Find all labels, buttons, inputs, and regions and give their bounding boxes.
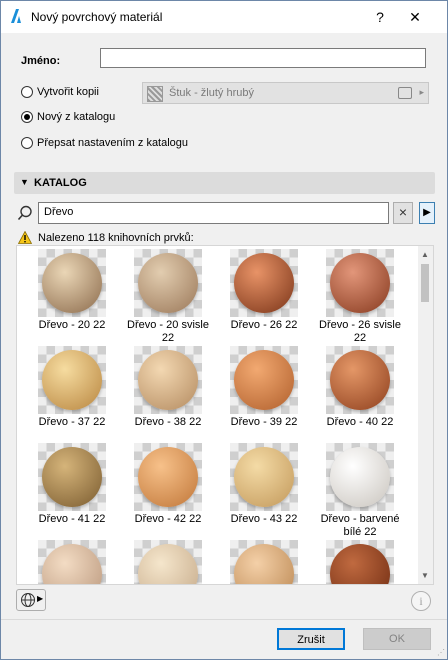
radio-override-catalog[interactable]: [21, 137, 33, 149]
catalog-item-label: Dřevo - 26 22: [230, 319, 298, 331]
globe-icon: [21, 593, 35, 607]
material-preview-thumbnail: [134, 443, 202, 511]
ok-button[interactable]: OK: [363, 628, 431, 650]
material-preview-thumbnail: [326, 540, 394, 584]
material-sphere: [234, 447, 294, 507]
dialog-window: Nový povrchový materiál ? ✕ Jméno: Vytvo…: [0, 0, 448, 660]
expand-options-button[interactable]: ▶: [419, 202, 435, 224]
search-icon: [17, 205, 32, 221]
material-preview-thumbnail: [326, 249, 394, 317]
catalog-item-label: Dřevo - 42 22: [134, 513, 202, 525]
catalog-item-label: Dřevo - 41 22: [38, 513, 106, 525]
scroll-thumb[interactable]: [421, 264, 429, 302]
material-sphere: [330, 350, 390, 410]
material-preview-thumbnail: [38, 346, 106, 414]
material-preview-thumbnail: [326, 443, 394, 511]
copy-source-field: Štuk - žlutý hrubý ▸: [142, 82, 429, 104]
image-picker-icon: [398, 87, 412, 99]
material-sphere: [138, 253, 198, 313]
material-preview-thumbnail: [230, 540, 298, 584]
material-preview-thumbnail: [230, 443, 298, 511]
cancel-button[interactable]: Zrušit: [277, 628, 345, 650]
material-swatch: [147, 86, 163, 102]
archicad-app-icon: [11, 9, 21, 23]
radio-new-from-catalog[interactable]: [21, 111, 33, 123]
material-preview-thumbnail: [38, 540, 106, 584]
material-sphere: [330, 253, 390, 313]
material-preview-thumbnail: [134, 249, 202, 317]
material-sphere: [42, 350, 102, 410]
catalog-item-label: Dřevo - 20 svisle 22: [127, 319, 209, 344]
radio-create-copy-label[interactable]: Vytvořit kopii: [37, 86, 99, 98]
library-location-button[interactable]: ▶: [16, 589, 46, 611]
material-preview-thumbnail: [230, 346, 298, 414]
catalog-item-label: Dřevo - 39 22: [230, 416, 298, 428]
material-sphere: [234, 350, 294, 410]
material-sphere: [42, 253, 102, 313]
catalog-grid: ▲ ▼ Dřevo - 20 22 Dřevo - 20 svisle 22 Dře…: [16, 245, 434, 585]
catalog-section-title: KATALOG: [34, 177, 87, 189]
results-status: Nalezeno 118 knihovních prvků:: [38, 232, 194, 244]
footer-divider: [1, 619, 447, 620]
radio-new-from-catalog-label[interactable]: Nový z katalogu: [37, 111, 115, 123]
material-preview-thumbnail: [38, 249, 106, 317]
title-bar: Nový povrchový materiál ? ✕: [1, 1, 447, 33]
scroll-up-arrow-icon[interactable]: ▲: [421, 250, 429, 259]
material-preview-thumbnail: [134, 540, 202, 584]
catalog-item-label: Dřevo - 37 22: [38, 416, 106, 428]
catalog-item-label: Dřevo - 38 22: [134, 416, 202, 428]
name-input[interactable]: [100, 48, 426, 68]
clear-search-button[interactable]: ×: [393, 202, 413, 224]
material-preview-thumbnail: [230, 249, 298, 317]
resize-grip-icon[interactable]: ⋰: [437, 648, 445, 657]
catalog-item-label: Dřevo - 20 22: [38, 319, 106, 331]
warning-icon: [18, 231, 32, 244]
name-label: Jméno:: [21, 55, 61, 67]
catalog-item-label: Dřevo - 43 22: [230, 513, 298, 525]
radio-override-catalog-label[interactable]: Přepsat nastavením z katalogu: [37, 137, 188, 149]
material-preview-thumbnail: [134, 346, 202, 414]
catalog-item-label: Dřevo - 26 svisle 22: [319, 319, 401, 344]
material-sphere: [42, 544, 102, 584]
material-sphere: [138, 447, 198, 507]
material-sphere: [234, 253, 294, 313]
copy-source-text: Štuk - žlutý hrubý: [169, 87, 254, 99]
catalog-item-label: Dřevo - 40 22: [326, 416, 394, 428]
catalog-section-header[interactable]: ▼ KATALOG: [14, 172, 435, 194]
material-sphere: [330, 544, 390, 584]
material-preview-thumbnail: [38, 443, 106, 511]
material-sphere: [330, 447, 390, 507]
material-sphere: [138, 544, 198, 584]
material-sphere: [42, 447, 102, 507]
material-preview-thumbnail: [326, 346, 394, 414]
chevron-right-icon: ▶: [37, 594, 44, 603]
radio-create-copy[interactable]: [21, 86, 33, 98]
chevron-right-icon: ▸: [419, 87, 424, 97]
collapse-triangle-icon[interactable]: ▼: [20, 177, 29, 187]
scroll-down-arrow-icon[interactable]: ▼: [421, 571, 429, 580]
info-button[interactable]: i: [411, 591, 431, 611]
material-sphere: [138, 350, 198, 410]
vertical-scrollbar[interactable]: ▲ ▼: [418, 246, 433, 584]
catalog-item-label: Dřevo - barvené bílé 22: [320, 513, 400, 538]
help-button[interactable]: ?: [366, 5, 394, 29]
close-button[interactable]: ✕: [401, 5, 429, 29]
search-input[interactable]: Dřevo: [38, 202, 389, 224]
material-sphere: [234, 544, 294, 584]
window-title: Nový povrchový materiál: [31, 10, 163, 24]
